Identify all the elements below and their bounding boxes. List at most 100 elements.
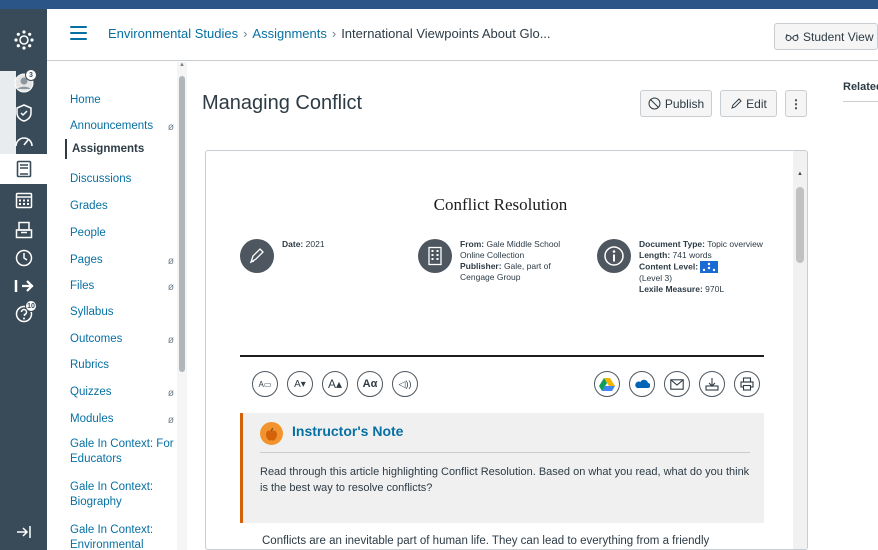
- note-divider: [260, 452, 750, 453]
- commons-icon[interactable]: [0, 271, 47, 301]
- lexile-value: 970L: [705, 284, 725, 294]
- speaker-glyph: ◁)): [398, 378, 412, 389]
- nav-label: Quizzes: [70, 386, 112, 398]
- listen-button[interactable]: ◁)): [392, 371, 418, 397]
- dashboard-icon[interactable]: [0, 126, 47, 156]
- inbox-icon[interactable]: [0, 215, 47, 245]
- admin-icon[interactable]: [0, 98, 47, 128]
- doctype-value: Topic overview: [707, 239, 763, 249]
- hidden-eye-icon: ø: [167, 415, 174, 426]
- onedrive-icon[interactable]: [629, 371, 655, 397]
- course-nav-rubrics[interactable]: Rubrics: [70, 358, 176, 373]
- nav-label: Home: [70, 94, 101, 106]
- length-label: Length:: [639, 250, 671, 260]
- document-title: Conflict Resolution: [433, 195, 568, 214]
- course-nav-gale-educators[interactable]: Gale In Context: For Educators: [70, 437, 176, 467]
- app-window: 3 10 Environmental Studies › Assignments…: [0, 0, 878, 550]
- breadcrumb-current: International Viewpoints About Glo...: [341, 26, 551, 41]
- course-nav-gale-environmental[interactable]: Gale In Context: Environmental Studies: [70, 523, 176, 550]
- course-nav-grades[interactable]: Grades: [70, 199, 176, 214]
- nav-label: Gale In Context: Environmental Studies: [70, 524, 154, 550]
- help-badge: 10: [25, 300, 37, 312]
- hidden-eye-icon: ø: [167, 256, 174, 267]
- breadcrumb-separator: ›: [331, 26, 337, 41]
- student-view-label: Student View: [803, 29, 874, 44]
- note-title: Instructor's Note: [292, 423, 404, 439]
- breadcrumb-assignments[interactable]: Assignments: [252, 26, 326, 41]
- nav-label: Announcements: [70, 120, 154, 132]
- instructors-note: Instructor's Note Read through this arti…: [240, 413, 764, 523]
- edit-button[interactable]: Edit: [720, 90, 777, 117]
- top-strip: [0, 0, 878, 9]
- breadcrumb-course[interactable]: Environmental Studies: [108, 26, 238, 41]
- course-nav-announcements[interactable]: Announcements ø: [70, 119, 176, 134]
- increase-font-glyph: A▴: [327, 377, 343, 391]
- google-drive-icon[interactable]: [594, 371, 620, 397]
- scroll-thumb[interactable]: [179, 76, 185, 372]
- translate-button[interactable]: A▭: [252, 371, 278, 397]
- course-nav-home[interactable]: Home: [70, 93, 176, 108]
- length-value: 741 words: [672, 250, 712, 260]
- email-icon[interactable]: [664, 371, 690, 397]
- main-content: Managing Conflict Publish Edit ⋮ Conflic…: [202, 62, 822, 550]
- content-level-label: Content Level:: [639, 261, 699, 272]
- student-view-button[interactable]: Student View: [774, 23, 878, 50]
- more-options-icon[interactable]: ⋮: [785, 90, 807, 117]
- article-body: Conflicts are an inevitable part of huma…: [262, 535, 710, 547]
- increase-font-button[interactable]: A▴: [322, 371, 348, 397]
- course-nav-modules[interactable]: Modules ø: [70, 412, 176, 427]
- course-nav-outcomes[interactable]: Outcomes ø: [70, 332, 176, 347]
- font-settings-button[interactable]: Aα: [357, 371, 383, 397]
- account-icon[interactable]: 3: [0, 68, 47, 98]
- edit-label: Edit: [746, 96, 767, 111]
- course-nav-syllabus[interactable]: Syllabus: [70, 305, 176, 320]
- logo-icon[interactable]: [0, 25, 47, 55]
- nav-label: Assignments: [72, 143, 145, 155]
- content-level-value: (Level 3): [639, 273, 673, 283]
- hidden-eye-icon: ø: [167, 282, 174, 293]
- nav-label: Gale In Context: Biography: [70, 481, 154, 508]
- info-icon: [597, 239, 631, 273]
- course-nav-people[interactable]: People: [70, 226, 176, 241]
- scroll-up-arrow-icon[interactable]: ▲: [179, 62, 185, 68]
- page-title: Managing Conflict: [202, 92, 363, 114]
- course-nav-assignments[interactable]: Assignments: [65, 139, 171, 159]
- from-label: From:: [460, 239, 485, 249]
- global-nav: 3 10: [0, 9, 47, 550]
- help-icon[interactable]: 10: [0, 299, 47, 329]
- decrease-font-glyph: A▾: [294, 378, 306, 390]
- scroll-up-arrow-icon[interactable]: ▲: [797, 171, 803, 177]
- course-nav-gale-biography[interactable]: Gale In Context: Biography: [70, 480, 176, 510]
- decrease-font-button[interactable]: A▾: [287, 371, 313, 397]
- nav-label: Rubrics: [70, 359, 109, 371]
- related-heading: Related: [843, 81, 878, 93]
- publish-button[interactable]: Publish: [640, 90, 712, 117]
- course-nav-files[interactable]: Files ø: [70, 279, 176, 294]
- print-icon[interactable]: [734, 371, 760, 397]
- calendar-icon[interactable]: [0, 185, 47, 215]
- document-scrollbar[interactable]: ▲: [793, 151, 807, 549]
- collapse-icon[interactable]: [0, 517, 47, 547]
- course-nav-pages[interactable]: Pages ø: [70, 253, 176, 268]
- breadcrumb-separator: ›: [243, 26, 248, 41]
- download-icon[interactable]: [699, 371, 725, 397]
- pencil-icon: [731, 97, 742, 109]
- history-icon[interactable]: [0, 243, 47, 273]
- courses-icon[interactable]: [0, 154, 47, 184]
- translate-glyph: A▭: [258, 379, 272, 389]
- section-divider: [240, 355, 764, 357]
- course-nav-discussions[interactable]: Discussions: [70, 172, 176, 187]
- hamburger-menu-icon[interactable]: [70, 26, 87, 40]
- nav-label: Discussions: [70, 173, 132, 185]
- course-nav-quizzes[interactable]: Quizzes ø: [70, 385, 176, 400]
- doctype-label: Document Type:: [639, 239, 705, 249]
- meta-source: From: Gale Middle School Online Collecti…: [418, 239, 583, 283]
- meta-date: Date: 2021: [240, 239, 380, 273]
- building-icon: [418, 239, 452, 273]
- course-nav-scrollbar[interactable]: ▲: [177, 62, 187, 550]
- pen-icon: [240, 239, 274, 273]
- nav-label: Outcomes: [70, 333, 123, 345]
- document-scroll-thumb[interactable]: [796, 187, 804, 263]
- content-level-icon: [700, 261, 719, 273]
- publisher-label: Publisher:: [460, 261, 502, 271]
